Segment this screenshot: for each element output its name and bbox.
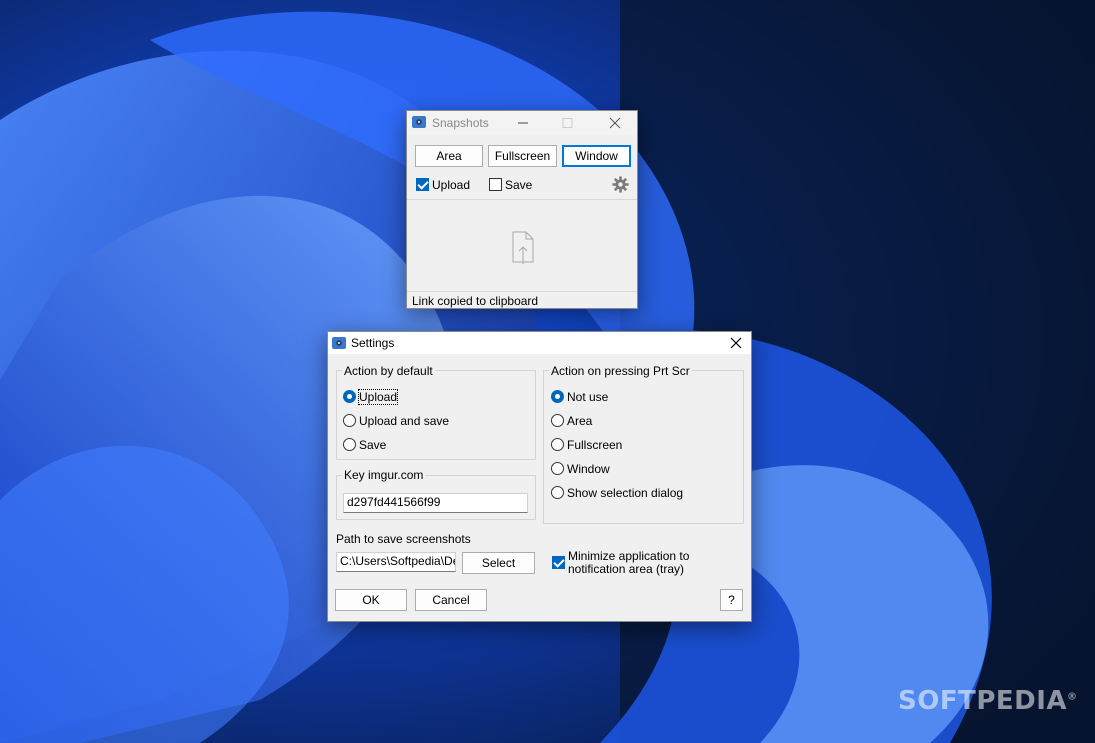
upload-label[interactable]: Upload — [432, 178, 470, 192]
radio-save-label[interactable]: Save — [359, 438, 386, 452]
close-icon[interactable] — [730, 337, 742, 349]
radio-not-use-label[interactable]: Not use — [567, 390, 608, 404]
window-title: Snapshots — [432, 116, 489, 130]
camera-icon — [332, 337, 346, 349]
drop-area[interactable] — [407, 199, 637, 292]
maximize-icon[interactable] — [562, 118, 574, 128]
radio-upload-label[interactable]: Upload — [357, 389, 399, 405]
dialog-title: Settings — [351, 336, 395, 350]
radio-not-use[interactable] — [551, 390, 564, 403]
close-icon[interactable] — [609, 117, 621, 129]
ok-button[interactable]: OK — [335, 589, 407, 611]
radio-show-selection-dialog-label[interactable]: Show selection dialog — [567, 486, 683, 500]
radio-area[interactable] — [551, 414, 564, 427]
settings-titlebar[interactable]: Settings — [328, 332, 751, 354]
snapshots-window: Snapshots Area Fullscreen Window Upload … — [406, 110, 638, 309]
save-label[interactable]: Save — [505, 178, 532, 192]
save-checkbox[interactable] — [489, 178, 502, 191]
camera-icon — [412, 116, 426, 128]
imgur-key-input[interactable]: d297fd441566f99 — [343, 493, 528, 513]
path-label: Path to save screenshots — [336, 532, 471, 546]
window-button[interactable]: Window — [562, 145, 631, 167]
radio-show-selection-dialog[interactable] — [551, 486, 564, 499]
upload-checkbox[interactable] — [416, 178, 429, 191]
action-default-title: Action by default — [342, 364, 435, 378]
minimize-icon[interactable] — [517, 118, 529, 128]
prtscr-title: Action on pressing Prt Scr — [549, 364, 692, 378]
select-path-button[interactable]: Select — [462, 552, 535, 574]
radio-upload[interactable] — [343, 390, 356, 403]
radio-upload-and-save-label[interactable]: Upload and save — [359, 414, 449, 428]
status-text: Link copied to clipboard — [412, 294, 539, 308]
minimize-tray-label-line2[interactable]: notification area (tray) — [568, 562, 684, 576]
upload-file-icon — [512, 231, 534, 264]
area-button[interactable]: Area — [415, 145, 483, 167]
help-button[interactable]: ? — [720, 589, 743, 611]
minimize-tray-label-line1[interactable]: Minimize application to — [568, 549, 689, 563]
radio-fullscreen[interactable] — [551, 438, 564, 451]
path-input[interactable]: C:\Users\Softpedia\Des — [336, 552, 456, 572]
settings-dialog: Settings Action by default Upload Upload… — [327, 331, 752, 622]
minimize-tray-checkbox[interactable] — [552, 556, 565, 569]
radio-fullscreen-label[interactable]: Fullscreen — [567, 438, 622, 452]
snapshots-titlebar[interactable]: Snapshots — [407, 111, 637, 135]
fullscreen-button[interactable]: Fullscreen — [488, 145, 557, 167]
key-title: Key imgur.com — [342, 468, 426, 482]
radio-upload-and-save[interactable] — [343, 414, 356, 427]
cancel-button[interactable]: Cancel — [415, 589, 487, 611]
radio-window[interactable] — [551, 462, 564, 475]
status-bar: Link copied to clipboard — [407, 291, 637, 308]
gear-icon[interactable] — [612, 176, 629, 193]
radio-area-label[interactable]: Area — [567, 414, 592, 428]
radio-save[interactable] — [343, 438, 356, 451]
radio-window-label[interactable]: Window — [567, 462, 610, 476]
softpedia-watermark: SOFTPEDIA® — [898, 686, 1078, 716]
